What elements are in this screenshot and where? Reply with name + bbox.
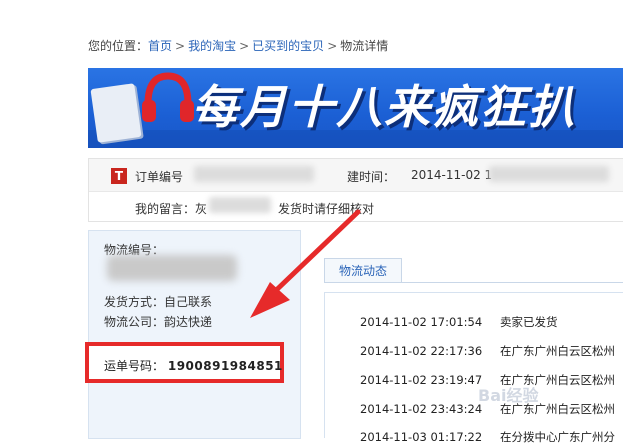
event-time: 2014-11-02 17:01:54	[360, 315, 483, 329]
breadcrumb-bought-link[interactable]: 已买到的宝贝	[252, 39, 324, 53]
breadcrumb-prefix: 您的位置：	[88, 39, 149, 53]
promo-banner[interactable]: 每月十八来疯狂扒	[88, 68, 623, 148]
breadcrumb-separator: >	[175, 39, 186, 53]
breadcrumb-separator: >	[239, 39, 250, 53]
created-time-value: 2014-11-02 1	[411, 168, 493, 182]
order-info-box: T 订单编号 建时间： 2014-11-02 1 我的留言： 灰 发货时请仔细核…	[88, 158, 623, 222]
logistics-company-value: 韵达快递	[164, 315, 213, 329]
order-header-row: T 订单编号 建时间： 2014-11-02 1	[89, 159, 623, 192]
event-time: 2014-11-02 22:17:36	[360, 344, 483, 358]
buyer-message-label: 我的留言：	[135, 202, 196, 216]
tracking-event: 2014-11-02 22:17:36 在广东广州白云区松州	[360, 343, 615, 359]
buyer-message-prefix: 灰	[195, 202, 208, 216]
event-time: 2014-11-03 01:17:22	[360, 430, 483, 444]
created-time-redacted	[489, 166, 609, 182]
tracking-timeline: 2014-11-02 17:01:54 卖家已发货 2014-11-02 22:1…	[324, 292, 623, 444]
order-number-redacted	[194, 166, 314, 182]
breadcrumb-my-taobao-link[interactable]: 我的淘宝	[188, 39, 236, 53]
taobao-t-icon: T	[111, 168, 127, 184]
logistics-company-label: 物流公司：	[104, 315, 165, 329]
tab-logistics-updates[interactable]: 物流动态	[324, 258, 402, 283]
ship-method-value: 自己联系	[164, 295, 213, 309]
buyer-message-text: 发货时请仔细核对	[278, 202, 375, 216]
banner-slogan: 每月十八来疯狂扒	[192, 80, 576, 134]
ship-method-label: 发货方式：	[104, 295, 165, 309]
breadcrumb: 您的位置：首页 > 我的淘宝 > 已买到的宝贝 > 物流详情	[88, 37, 388, 54]
tracking-event: 2014-11-03 01:17:22 在分拨中心广东广州分	[360, 429, 615, 445]
event-desc: 卖家已发货	[500, 315, 558, 329]
breadcrumb-current: 物流详情	[340, 39, 389, 53]
order-number-label: 订单编号	[135, 170, 184, 184]
logistics-info-panel: 物流编号： 发货方式： 自己联系 物流公司： 韵达快递	[88, 230, 301, 439]
buyer-message-redacted	[209, 197, 271, 213]
breadcrumb-separator: >	[327, 39, 338, 53]
event-desc: 在广东广州白云区松州	[500, 344, 615, 358]
event-desc: 在分拨中心广东广州分	[500, 430, 615, 444]
created-time-label: 建时间：	[347, 170, 396, 184]
banner-device-image	[90, 83, 142, 143]
breadcrumb-home-link[interactable]: 首页	[148, 39, 172, 53]
logistics-number-redacted	[107, 255, 237, 281]
waybill-number[interactable]: 1900891984851	[168, 359, 283, 373]
headphones-icon	[142, 72, 194, 122]
watermark-text: Bai经验	[478, 386, 539, 405]
waybill-row: 运单号码： 1900891984851	[104, 357, 283, 374]
tracking-event: 2014-11-02 17:01:54 卖家已发货	[360, 314, 558, 330]
tab-divider	[324, 282, 623, 283]
waybill-label: 运单号码：	[104, 359, 165, 373]
